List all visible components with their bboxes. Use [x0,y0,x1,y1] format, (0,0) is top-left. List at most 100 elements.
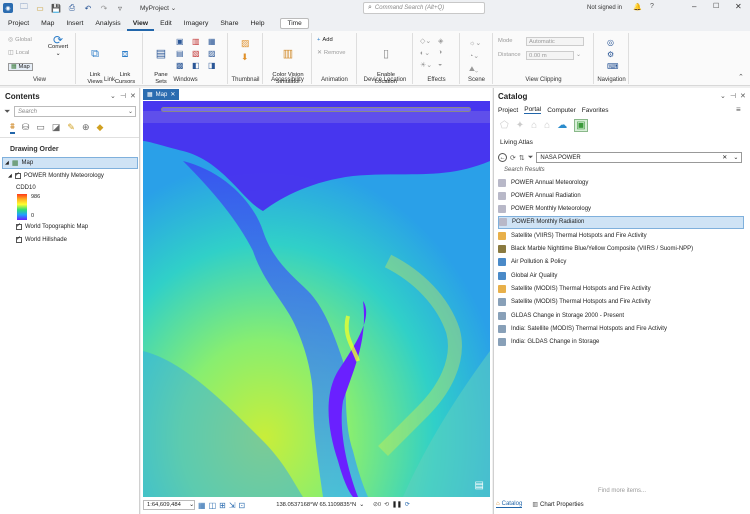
my-content-icon[interactable]: ⬠ [500,120,509,131]
tab-edit[interactable]: Edit [154,16,178,31]
tab-imagery[interactable]: Imagery [178,16,215,31]
grid-icon[interactable]: ▦ [198,501,206,510]
data-source-icon[interactable]: ⛁ [22,122,30,133]
pane-options-icon[interactable]: ⌄ [110,92,116,100]
global-button[interactable]: ◎ Global [8,37,32,43]
animation-remove-button[interactable]: ✕ Remove [317,50,345,56]
maximize-icon[interactable]: ☐ [713,2,719,10]
layer-visibility-checkbox[interactable] [16,235,22,243]
coordinate-dropdown-icon[interactable]: ⌄ [359,502,364,508]
drawing-order-icon[interactable]: ⩩ [10,121,15,134]
list-item[interactable]: POWER Monthly Meteorology [498,203,744,216]
sort-icon[interactable]: ⇅ [519,154,525,162]
list-item[interactable]: POWER Annual Radiation [498,189,744,202]
tab-share[interactable]: Share [214,16,244,31]
overview-map-icon[interactable]: ▤ [475,480,484,491]
pencil-icon[interactable]: ✎ [67,122,75,133]
navigation-options-icon[interactable]: ⚙ [607,49,619,61]
layer-visibility-checkbox[interactable] [14,171,21,179]
snapping-icon[interactable]: ⊕ [82,122,90,133]
close-tab-icon[interactable]: ✕ [170,91,175,98]
refresh-icon[interactable]: ⟲ [384,502,389,508]
sign-in-status[interactable]: Not signed in [587,5,622,11]
list-item[interactable]: POWER Annual Meteorology [498,176,744,189]
convert-button[interactable]: ⟳ Convert ⌄ [44,34,72,58]
symbology-icon[interactable]: ◧ [192,61,206,70]
tab-catalog-project[interactable]: Project [498,107,518,114]
python-window-icon[interactable]: ▨ [208,49,222,58]
command-search-input[interactable]: ⌕ Command Search (Alt+Q) [363,2,485,14]
time-tab-button[interactable]: Time [280,18,309,29]
catalog-menu-icon[interactable]: ≡ [736,105,741,114]
search-dropdown-icon[interactable]: ⌄ [733,154,738,161]
tab-analysis[interactable]: Analysis [89,16,126,31]
time-slider[interactable] [161,107,471,112]
list-item[interactable]: Air Pollution & Policy [498,256,744,269]
thumbnail-download-icon[interactable]: ⬇ [241,52,249,63]
effect-brightness-icon[interactable]: ☀⌄ [420,61,438,69]
map-node[interactable]: ◢ ▦ Map [2,157,138,169]
tab-catalog-portal[interactable]: Portal [524,106,542,114]
list-item[interactable]: Satellite (MODIS) Thermal Hotspots and F… [498,282,744,295]
back-icon[interactable]: ← [498,153,507,162]
tab-map-view[interactable]: ▦ Map ✕ [143,89,180,100]
editing-icon[interactable]: ◪ [52,122,61,133]
labeling-icon[interactable]: ◆ [96,122,103,133]
filter-icon[interactable]: ⏷ [528,154,534,162]
list-item[interactable]: POWER Monthly Radiation [498,215,744,229]
contents-pane-icon[interactable]: ▦ [208,37,222,46]
list-item[interactable]: Satellite (VIIRS) Thermal Hotspots and F… [498,229,744,242]
list-item[interactable]: Black Marble Nighttime Blue/Yellow Compo… [498,243,744,256]
pause-drawing-icon[interactable]: ❚❚ [392,502,402,508]
minimize-icon[interactable]: – [692,2,696,11]
catalog-search-input[interactable]: NASA POWER ✕ ⌄ [536,152,743,163]
undo-icon[interactable]: ↶ [83,3,93,13]
fixed-zoom-icon[interactable]: ⊞ [219,501,226,510]
help-icon[interactable]: ? [650,3,654,10]
refresh-icon[interactable]: ⟳ [510,154,516,162]
open-project-icon[interactable]: ▭ [35,3,45,13]
effect-contrast-icon[interactable]: ◑ [438,49,456,57]
attributes-icon[interactable]: ▩ [176,61,190,70]
scene-illumination-icon[interactable]: ☼⌄ [469,37,481,50]
tab-map[interactable]: Map [35,16,60,31]
rotation-icon[interactable]: ⊡ [239,501,246,510]
selection-icon[interactable]: ▭ [36,122,45,133]
effect-gamma-icon[interactable]: ◒ [438,61,456,69]
list-item[interactable]: Satellite (MODIS) Thermal Hotspots and F… [498,296,744,309]
map-view-button[interactable]: ▦ Map [8,63,33,71]
reset-panes-icon[interactable]: ▥ [192,37,206,46]
auto-hide-pin-icon[interactable]: ⊣ [730,92,736,100]
pane-options-icon[interactable]: ⌄ [720,92,726,100]
scale-input[interactable]: 1:64,609,484 ⌄ [143,500,195,510]
list-item[interactable]: India: Satellite (MODIS) Thermal Hotspot… [498,322,744,335]
find-more-items-link[interactable]: Find more items... [494,488,750,494]
tab-catalog-pane[interactable]: ⌂ Catalog [496,501,523,508]
layer-world-topographic-map[interactable]: World Topographic Map [16,222,88,230]
tab-insert[interactable]: Insert [60,16,89,31]
contents-search-input[interactable]: Search ⌄ [14,106,136,117]
layer-world-hillshade[interactable]: World Hillshade [16,235,67,243]
geoprocessing-icon[interactable]: ▧ [192,49,206,58]
map-canvas[interactable]: ▤ [143,101,490,497]
filter-icon[interactable]: ⏷ [4,107,10,117]
close-icon[interactable]: ✕ [735,2,742,11]
navigate-icon[interactable]: ⇲ [229,501,236,510]
living-atlas-icon[interactable]: ▣ [574,119,588,132]
scene-shadow-icon[interactable]: ◔⌄ [469,50,481,63]
tasks-icon[interactable]: ◨ [208,61,222,70]
close-contents-icon[interactable]: ✕ [130,92,136,100]
local-button[interactable]: ◫ Local [8,50,29,56]
arcgis-online-icon[interactable]: ☁ [557,120,567,131]
save-icon[interactable]: 💾 [51,3,61,13]
print-icon[interactable]: ⎙ [67,3,77,13]
collapse-ribbon-icon[interactable]: ⌃ [738,73,744,81]
clipping-distance-input[interactable]: 0.00 m [526,51,574,60]
create-thumbnail-icon[interactable]: ▨ [241,38,250,49]
customize-toolbar-icon[interactable]: ▿ [115,3,125,13]
list-item[interactable]: GLDAS Change in Storage 2000 - Present [498,309,744,322]
tab-catalog-computer[interactable]: Computer [547,107,576,114]
tab-view[interactable]: View [126,16,155,31]
tab-catalog-favorites[interactable]: Favorites [582,107,609,114]
tab-project[interactable]: Project [2,16,35,31]
